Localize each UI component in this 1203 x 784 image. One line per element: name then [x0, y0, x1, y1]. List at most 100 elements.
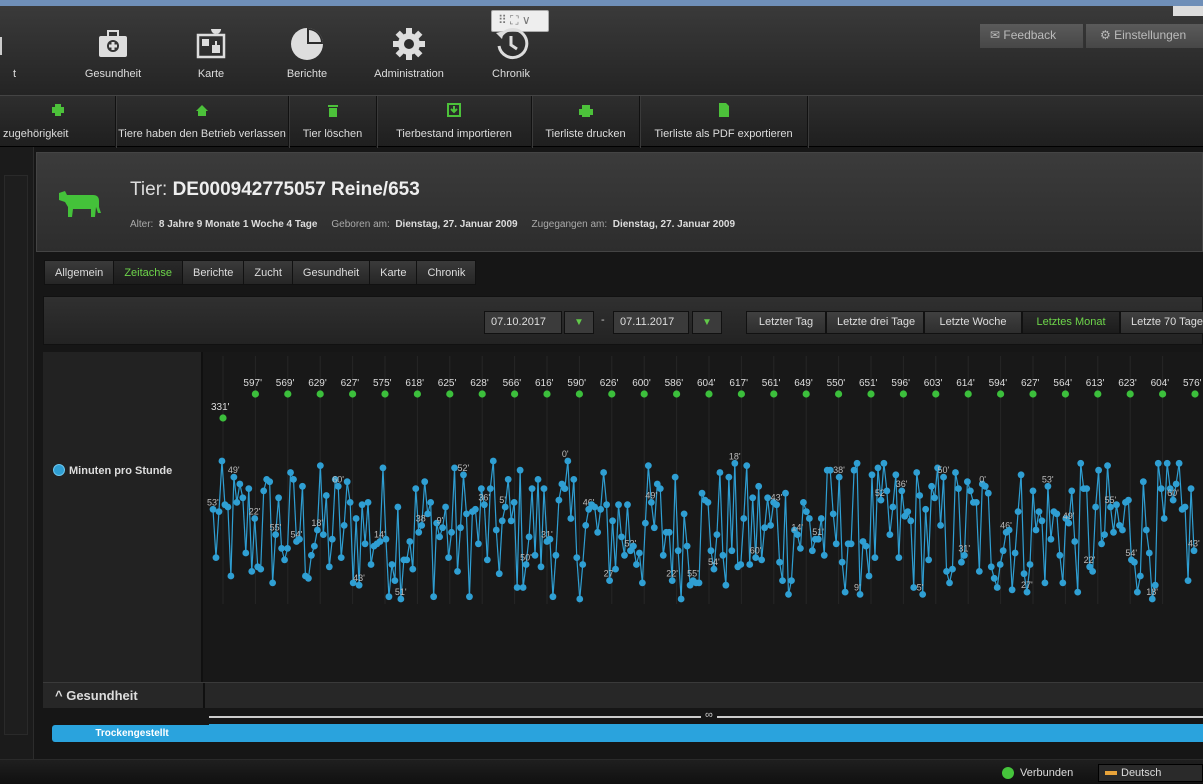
dry-period-label[interactable]: Trockengestellt	[52, 725, 212, 742]
delete-animal-button[interactable]: Tier löschen	[289, 96, 377, 148]
range-last-three-days[interactable]: Letzte drei Tage	[826, 311, 924, 334]
tab-gesundheit[interactable]: Gesundheit	[291, 260, 371, 285]
added-value: Dienstag, 27. Januar 2009	[612, 219, 736, 230]
hour-point	[573, 554, 581, 561]
connection-status: Verbunden	[998, 764, 1088, 782]
nav-label: Karte	[197, 68, 225, 80]
hour-point	[1014, 508, 1022, 515]
daily-total-point	[543, 390, 551, 398]
tab-berichte[interactable]: Berichte	[182, 260, 245, 285]
date-to-field[interactable]: 07.11.2017	[613, 311, 689, 334]
date-separator: -	[601, 314, 605, 326]
hour-point	[391, 577, 399, 584]
hour-point	[746, 561, 754, 568]
hour-point	[612, 565, 619, 573]
animals-left-farm-button[interactable]: Tiere haben den Betrieb verlassen	[116, 96, 289, 148]
hour-point	[719, 551, 727, 559]
hour-label: 22'	[249, 507, 261, 517]
hour-point	[1098, 540, 1105, 548]
dry-period-bar[interactable]	[209, 724, 1203, 742]
partial-icon	[0, 37, 2, 55]
hour-point	[1011, 549, 1019, 557]
date-from-picker[interactable]: ▼	[564, 311, 594, 334]
hour-point	[972, 499, 980, 506]
hour-label: 31'	[958, 543, 970, 553]
tab-zeitachse[interactable]: Zeitachse	[113, 260, 184, 285]
tab-karte[interactable]: Karte	[369, 260, 418, 285]
hour-point	[340, 522, 348, 529]
hour-point	[1005, 526, 1013, 534]
date-from-field[interactable]: 07.10.2017	[484, 311, 562, 334]
hour-point	[278, 545, 285, 552]
hour-point	[868, 471, 876, 479]
hour-point	[1160, 515, 1168, 522]
hour-point	[516, 466, 524, 474]
hour-point	[591, 503, 599, 511]
nav-item-chronik[interactable]: Chronik	[466, 20, 556, 98]
legend-label: Minuten pro Stunde	[69, 465, 173, 477]
print-list-button[interactable]: Tierliste drucken	[532, 96, 640, 148]
hour-point	[492, 526, 500, 534]
hour-point	[1145, 549, 1153, 557]
left-rail-panel[interactable]	[4, 175, 28, 735]
settings-button[interactable]: ⚙ Einstellungen	[1086, 24, 1203, 48]
tab-chronik[interactable]: Chronik	[416, 260, 477, 285]
hour-point	[215, 508, 223, 515]
date-to-picker[interactable]: ▼	[692, 311, 722, 334]
hour-point	[1038, 517, 1046, 525]
export-pdf-button[interactable]: Tierliste als PDF exportieren	[640, 96, 808, 148]
hour-point	[707, 547, 715, 555]
hour-point	[549, 593, 557, 601]
nav-item-administration[interactable]: Administration	[364, 20, 454, 98]
daily-total-point	[964, 390, 972, 398]
range-last-day[interactable]: Letzter Tag	[746, 311, 826, 334]
health-section-header[interactable]: ^ Gesundheit	[43, 682, 1203, 709]
hour-label: 55'	[270, 523, 282, 533]
hour-point	[820, 551, 828, 559]
tab-allgemein[interactable]: Allgemein	[44, 260, 115, 285]
hour-point	[659, 551, 667, 559]
nav-item-berichte[interactable]: Berichte	[262, 20, 352, 98]
hour-point	[513, 584, 521, 591]
hour-point	[305, 574, 312, 582]
animal-meta: Alter: 8 Jahre 9 Monate 1 Woche 4 Tage G…	[130, 219, 735, 230]
hour-point	[755, 482, 763, 490]
feedback-button[interactable]: ✉ Feedback	[980, 24, 1084, 48]
daily-total-point	[997, 390, 1005, 398]
flag-icon	[1105, 771, 1117, 775]
nav-item-karte[interactable]: Karte	[166, 20, 256, 98]
gear-icon: ⚙	[1100, 28, 1115, 42]
hour-point	[683, 542, 691, 550]
hour-point	[728, 547, 736, 555]
membership-button[interactable]: zugehörigkeit	[0, 96, 116, 148]
hour-point	[457, 524, 464, 532]
hour-label: 0'	[562, 449, 569, 459]
animal-title: Tier: DE000942775057 Reine/653	[130, 179, 420, 201]
daily-total-label: 629'	[308, 378, 327, 389]
hour-point	[567, 515, 575, 522]
tab-zucht[interactable]: Zucht	[243, 260, 293, 285]
hour-point	[1154, 459, 1162, 467]
hour-point	[695, 579, 703, 587]
timeline-plot[interactable]: 53' 49' 22' 55' 54' 18' 60' 43' 14' 51' 38' 9' 52' 36…	[207, 356, 1201, 678]
legend-minutes-per-hour[interactable]: Minuten pro Stunde	[53, 464, 172, 477]
nav-item-partial[interactable]: t	[0, 20, 20, 98]
daily-total-label: 586'	[665, 378, 684, 389]
toolbar-label: Tiere haben den Betrieb verlassen	[118, 128, 286, 140]
range-last-week[interactable]: Letzte Woche	[924, 311, 1022, 334]
daily-total-point	[705, 390, 713, 398]
range-last-month[interactable]: Letztes Monat	[1022, 311, 1120, 334]
nav-item-gesundheit[interactable]: Gesundheit	[68, 20, 158, 98]
gear-icon	[364, 20, 454, 68]
hour-point	[308, 551, 315, 559]
window-controls[interactable]	[1173, 6, 1203, 16]
language-select[interactable]: Deutsch	[1098, 764, 1203, 782]
hour-point	[284, 545, 291, 552]
hour-point	[525, 533, 533, 541]
daily-total-point	[770, 390, 778, 398]
daily-total-label: 618'	[405, 378, 424, 389]
range-last-70-days[interactable]: Letzte 70 Tage	[1120, 311, 1203, 334]
import-stock-button[interactable]: Tierbestand importieren	[377, 96, 532, 148]
hour-point	[788, 577, 795, 584]
hour-point	[236, 480, 244, 488]
